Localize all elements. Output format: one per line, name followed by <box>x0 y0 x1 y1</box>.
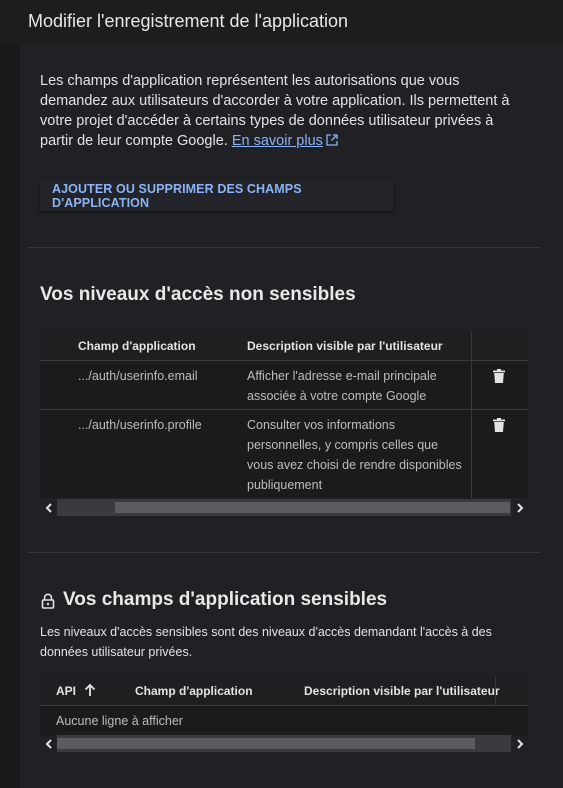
chevron-left-icon[interactable] <box>40 499 57 516</box>
sensitive-table: API Champ d'application Description visi… <box>40 677 528 736</box>
empty-table-message: Aucune ligne à afficher <box>56 714 183 728</box>
sensitive-title: Vos champs d'application sensibles <box>63 589 388 610</box>
row-scope: .../auth/userinfo.profile <box>78 418 202 432</box>
lock-icon <box>41 593 55 609</box>
chevron-right-icon[interactable] <box>511 735 528 752</box>
section-divider <box>28 247 540 248</box>
intro-paragraph: Les champs d'application représentent le… <box>40 71 530 151</box>
action-column-header <box>495 677 528 705</box>
section-divider <box>28 552 540 553</box>
table-header: API Champ d'application Description visi… <box>40 677 528 706</box>
row-description: Afficher l'adresse e-mail principale ass… <box>247 369 437 403</box>
page-title: Modifier l'enregistrement de l'applicati… <box>28 11 349 31</box>
arrow-up-icon[interactable] <box>84 683 96 697</box>
sensitive-description: Les niveaux d'accès sensibles sont des n… <box>40 625 492 659</box>
table-row: .../auth/userinfo.profile Consulter vos … <box>40 410 528 498</box>
horizontal-scrollbar[interactable] <box>40 499 528 516</box>
learn-more-label: En savoir plus <box>231 133 323 149</box>
table-header: Champ d'application Description visible … <box>40 332 528 361</box>
row-description: Consulter vos informations personnelles,… <box>247 418 462 492</box>
horizontal-scrollbar[interactable] <box>40 735 528 752</box>
external-link-icon <box>326 134 338 146</box>
chevron-left-icon[interactable] <box>40 735 57 752</box>
row-action-cell <box>471 410 528 498</box>
column-header-description[interactable]: Description visible par l'utilisateur <box>304 684 500 698</box>
row-scope: .../auth/userinfo.email <box>78 369 198 383</box>
non-sensitive-table: Champ d'application Description visible … <box>40 332 528 498</box>
column-header-api[interactable]: API <box>56 684 76 698</box>
action-column-header <box>471 332 528 360</box>
chevron-right-icon[interactable] <box>511 499 528 516</box>
row-action-cell <box>471 361 528 409</box>
scrollbar-thumb[interactable] <box>115 502 510 513</box>
dialog-header: Modifier l'enregistrement de l'applicati… <box>0 0 563 44</box>
column-header-scope[interactable]: Champ d'application <box>135 684 253 698</box>
table-row: .../auth/userinfo.email Afficher l'adres… <box>40 361 528 410</box>
column-header-description[interactable]: Description visible par l'utilisateur <box>247 339 443 353</box>
trash-icon[interactable] <box>493 369 505 383</box>
trash-icon[interactable] <box>493 418 505 432</box>
scrollbar-thumb[interactable] <box>57 738 475 749</box>
add-remove-scopes-button[interactable]: AJOUTER OU SUPPRIMER DES CHAMPS D'APPLIC… <box>40 180 394 211</box>
non-sensitive-title: Vos niveaux d'accès non sensibles <box>40 284 356 305</box>
learn-more-link[interactable]: En savoir plus <box>232 133 323 149</box>
column-header-scope[interactable]: Champ d'application <box>78 339 196 353</box>
